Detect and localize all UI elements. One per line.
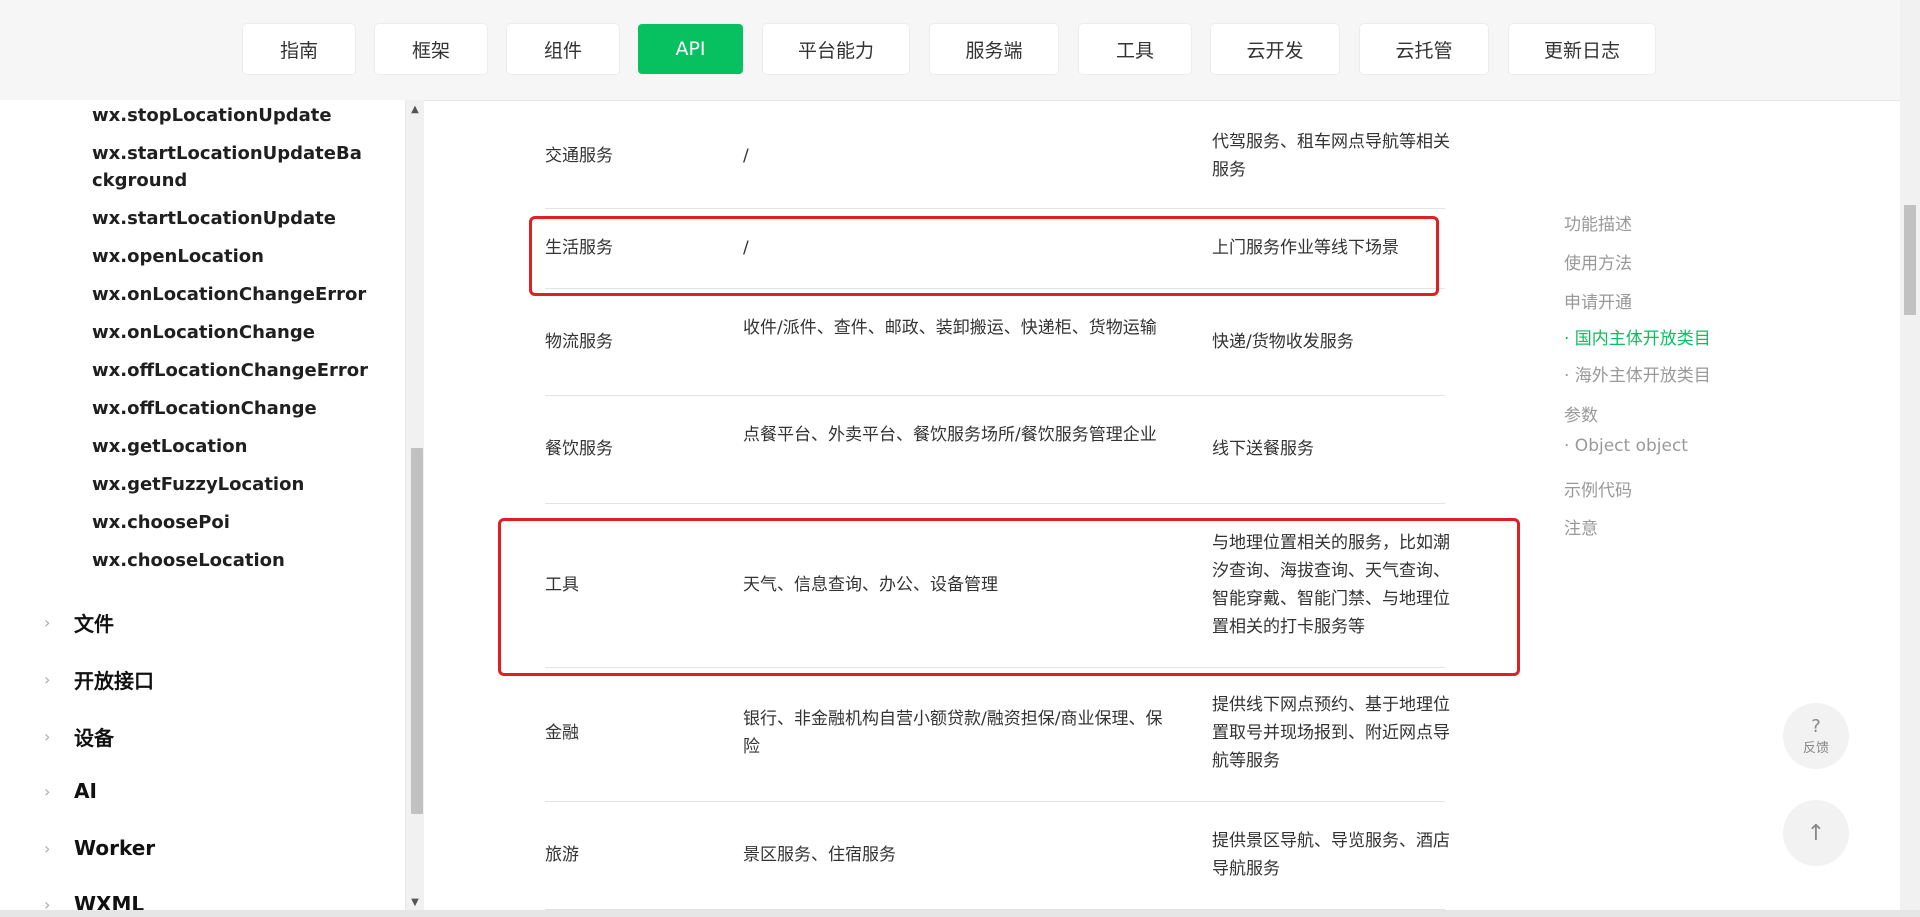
table-cell-category: 生活服务: [545, 238, 613, 258]
tab-api[interactable]: API: [638, 24, 743, 74]
arrow-up-icon: ↑: [1806, 820, 1826, 846]
question-icon: ?: [1811, 716, 1821, 737]
table-row: 金融 银行、非金融机构自营小额贷款/融资担保/商业保理、保险 提供线下网点预约、…: [545, 667, 1450, 802]
sidebar-item-chooseLocation[interactable]: wx.chooseLocation: [92, 547, 372, 574]
table-cell-subcategory: 景区服务、住宿服务: [743, 845, 896, 865]
tab-server[interactable]: 服务端: [930, 24, 1058, 74]
table-cell-category: 物流服务: [545, 332, 613, 352]
table-cell-category: 工具: [545, 575, 579, 595]
table-cell-subcategory: 收件/派件、查件、邮政、装卸搬运、快递柜、货物运输: [743, 318, 1157, 338]
feedback-button[interactable]: ? 反馈: [1783, 703, 1849, 769]
category-label: 开放接口: [74, 669, 154, 693]
table-row: 餐饮服务 点餐平台、外卖平台、餐饮服务场所/餐饮服务管理企业 线下送餐服务: [545, 395, 1445, 504]
tab-tools[interactable]: 工具: [1079, 24, 1191, 74]
page-scroll-thumb[interactable]: [1904, 205, 1916, 315]
sidebar-item-getFuzzyLocation[interactable]: wx.getFuzzyLocation: [92, 471, 372, 498]
table-cell-scenario: 与地理位置相关的服务，比如潮汐查询、海拔查询、天气查询、智能穿戴、智能门禁、与地…: [1212, 533, 1450, 637]
table-cell-subcategory: 银行、非金融机构自营小额贷款/融资担保/商业保理、保险: [743, 709, 1163, 757]
table-cell-subcategory: /: [743, 146, 749, 166]
sidebar-category-open-api[interactable]: › 开放接口: [44, 665, 154, 694]
toc-item-overseas-categories[interactable]: · 海外主体开放类目: [1564, 361, 1711, 386]
table-cell-category: 旅游: [545, 845, 579, 865]
toc-item-notes[interactable]: 注意: [1564, 514, 1598, 539]
tab-cloud-hosting[interactable]: 云托管: [1360, 24, 1488, 74]
table-cell-subcategory: /: [743, 238, 749, 258]
chevron-right-icon: ›: [44, 670, 51, 689]
toc-item-usage[interactable]: 使用方法: [1564, 249, 1632, 274]
toc-item-params[interactable]: 参数: [1564, 401, 1598, 426]
sidebar-item-openLocation[interactable]: wx.openLocation: [92, 243, 372, 270]
feedback-label: 反馈: [1802, 741, 1829, 756]
sidebar-item-choosePoi[interactable]: wx.choosePoi: [92, 509, 372, 536]
table-row: 旅游 景区服务、住宿服务 提供景区导航、导览服务、酒店导航服务: [545, 801, 1450, 910]
table-cell-category: 餐饮服务: [545, 439, 613, 459]
toc-item-example[interactable]: 示例代码: [1564, 476, 1632, 501]
table-cell-category: 金融: [545, 723, 579, 743]
chevron-right-icon: ›: [44, 781, 51, 801]
sidebar-category-ai[interactable]: › AI: [44, 779, 97, 803]
table-cell-scenario: 上门服务作业等线下场景: [1212, 238, 1399, 258]
top-navigation: 指南 框架 组件 API 平台能力 服务端 工具 云开发 云托管 更新日志: [0, 0, 1920, 101]
table-cell-scenario: 代驾服务、租车网点导航等相关服务: [1212, 132, 1450, 180]
sidebar-item-onLocationChange[interactable]: wx.onLocationChange: [92, 319, 372, 346]
category-label: AI: [74, 779, 97, 803]
category-label: Worker: [74, 836, 156, 860]
sidebar-item-startLocationUpdateBackground[interactable]: wx.startLocationUpdateBackground: [92, 140, 372, 194]
table-row: 物流服务 收件/派件、查件、邮政、装卸搬运、快递柜、货物运输 快递/货物收发服务: [545, 288, 1445, 396]
table-row: 交通服务 / 代驾服务、租车网点导航等相关服务: [545, 102, 1450, 209]
back-to-top-button[interactable]: ↑: [1783, 800, 1849, 866]
table-row: 工具 天气、信息查询、办公、设备管理 与地理位置相关的服务，比如潮汐查询、海拔查…: [545, 503, 1450, 668]
table-cell-scenario: 线下送餐服务: [1212, 439, 1314, 459]
sidebar-category-worker[interactable]: › Worker: [44, 836, 155, 860]
scroll-down-arrow-icon[interactable]: ▼: [409, 897, 421, 908]
table-row: 生活服务 / 上门服务作业等线下场景: [545, 208, 1445, 289]
sidebar-scrollbar[interactable]: ▲ ▼: [405, 100, 424, 917]
sidebar-item-stopLocationUpdate[interactable]: wx.stopLocationUpdate: [92, 102, 372, 129]
tab-cloud-dev[interactable]: 云开发: [1211, 24, 1339, 74]
tab-guide[interactable]: 指南: [243, 24, 355, 74]
chevron-right-icon: ›: [44, 613, 51, 632]
table-cell-scenario: 提供景区导航、导览服务、酒店导航服务: [1212, 831, 1450, 879]
table-cell-subcategory: 天气、信息查询、办公、设备管理: [743, 575, 998, 595]
table-cell-category: 交通服务: [545, 146, 613, 166]
sidebar: wx.stopLocationUpdate wx.startLocationUp…: [0, 100, 405, 917]
tab-framework[interactable]: 框架: [375, 24, 487, 74]
sidebar-item-startLocationUpdate[interactable]: wx.startLocationUpdate: [92, 205, 372, 232]
sidebar-item-onLocationChangeError[interactable]: wx.onLocationChangeError: [92, 281, 372, 308]
page-scrollbar[interactable]: [1900, 0, 1920, 917]
sidebar-item-getLocation[interactable]: wx.getLocation: [92, 433, 372, 460]
chevron-right-icon: ›: [44, 727, 51, 746]
scroll-up-arrow-icon[interactable]: ▲: [409, 104, 421, 115]
category-label: 设备: [74, 726, 114, 750]
tab-components[interactable]: 组件: [507, 24, 619, 74]
sidebar-category-device[interactable]: › 设备: [44, 722, 114, 751]
toc-item-object[interactable]: · Object object: [1564, 436, 1688, 456]
tab-changelog[interactable]: 更新日志: [1509, 24, 1655, 74]
sidebar-category-file[interactable]: › 文件: [44, 608, 114, 637]
sidebar-scroll-thumb[interactable]: [411, 448, 423, 814]
table-cell-scenario: 提供线下网点预约、基于地理位置取号并现场报到、附近网点导航等服务: [1212, 695, 1450, 771]
category-label: 文件: [74, 612, 114, 636]
tab-platform-capability[interactable]: 平台能力: [763, 24, 909, 74]
table-cell-scenario: 快递/货物收发服务: [1212, 332, 1354, 352]
toc-item-description[interactable]: 功能描述: [1564, 210, 1632, 235]
toc-item-apply[interactable]: 申请开通: [1564, 288, 1632, 313]
sidebar-item-offLocationChange[interactable]: wx.offLocationChange: [92, 395, 372, 422]
horizontal-scrollbar[interactable]: [0, 910, 1920, 917]
sidebar-item-offLocationChangeError[interactable]: wx.offLocationChangeError: [92, 357, 372, 384]
chevron-right-icon: ›: [44, 838, 51, 858]
table-cell-subcategory: 点餐平台、外卖平台、餐饮服务场所/餐饮服务管理企业: [743, 425, 1157, 445]
toc-item-domestic-categories[interactable]: · 国内主体开放类目: [1564, 324, 1711, 349]
